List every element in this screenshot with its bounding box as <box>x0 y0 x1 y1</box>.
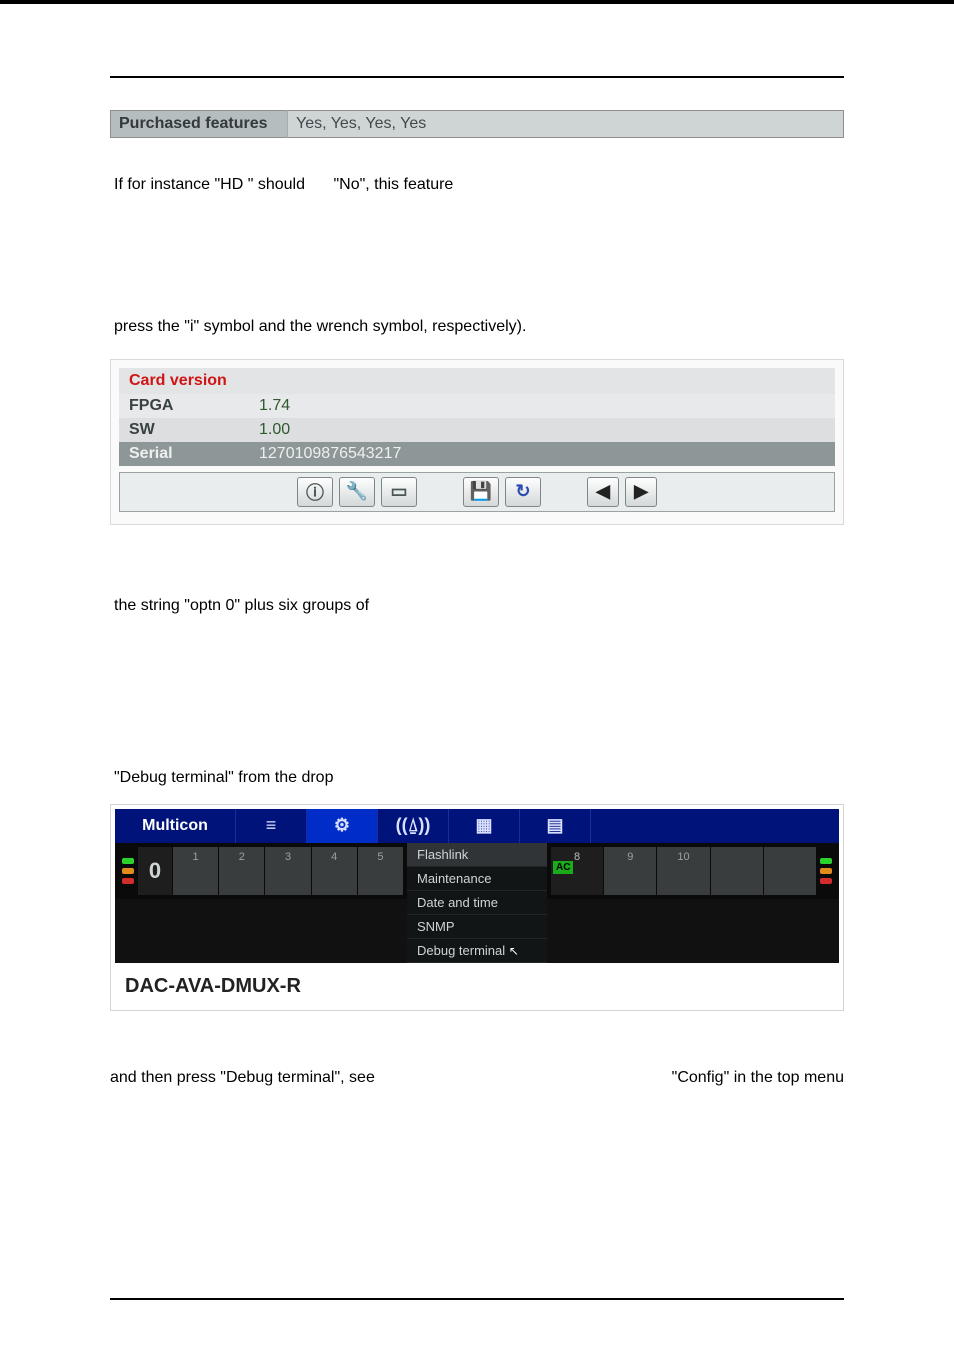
device-label: DAC-AVA-DMUX-R <box>115 963 839 1002</box>
serial-key: Serial <box>119 442 249 466</box>
menu-datetime[interactable]: Date and time <box>407 891 547 915</box>
config-menu-text: "Config" in the top menu <box>672 1067 844 1089</box>
slot-9[interactable]: 9 <box>604 847 656 895</box>
slot-0[interactable]: 0 <box>138 847 172 895</box>
led-orange-icon <box>122 868 134 874</box>
card-toolbar: ⓘ 🔧 ▭ 💾 ↻ ◀ ▶ <box>119 472 835 512</box>
led-column-right <box>817 858 835 884</box>
fpga-key: FPGA <box>119 394 249 418</box>
sw-val: 1.00 <box>249 418 835 442</box>
serial-val: 1270109876543217 <box>249 442 835 466</box>
led-green-icon <box>122 858 134 864</box>
info-icon[interactable]: ⓘ <box>297 477 333 507</box>
hd-line: If for instance "HD " should "No", this … <box>114 174 844 196</box>
arrow-right-icon[interactable]: ▶ <box>625 477 657 507</box>
bottom-rule <box>110 1298 844 1300</box>
card-version-table: Card version FPGA 1.74 SW 1.00 Serial 12… <box>119 368 835 466</box>
press-debug-text: and then press "Debug terminal", see <box>110 1067 375 1089</box>
led-orange-icon <box>820 868 832 874</box>
multicon-body: 0 1 2 3 4 5 Flashlink Maintenance Date a… <box>115 843 839 963</box>
card-version-panel: Card version FPGA 1.74 SW 1.00 Serial 12… <box>110 359 844 525</box>
rack-right: AC 8 9 10 <box>547 843 839 899</box>
multicon-title-tab[interactable]: Multicon <box>115 809 236 843</box>
menu-maintenance[interactable]: Maintenance <box>407 867 547 891</box>
menu-flashlink[interactable]: Flashlink <box>407 843 547 867</box>
display-icon[interactable]: ▭ <box>381 477 417 507</box>
menu-snmp[interactable]: SNMP <box>407 915 547 939</box>
grid-icon[interactable]: ▦ <box>449 809 520 843</box>
menu-debug-label: Debug terminal <box>417 943 505 958</box>
ac-badge: AC <box>553 861 573 874</box>
top-rule <box>110 76 844 78</box>
slot-10[interactable]: 10 <box>657 847 709 895</box>
led-column-left <box>119 858 137 884</box>
debug-drop-line: "Debug terminal" from the drop <box>114 767 844 789</box>
press-i-line: press the "i" symbol and the wrench symb… <box>114 316 844 338</box>
led-green-icon <box>820 858 832 864</box>
antenna-icon[interactable]: ((⍙)) <box>378 809 449 843</box>
hd-line-b: "No", this feature <box>333 174 453 196</box>
rack-left: 0 1 2 3 4 5 <box>115 843 407 899</box>
save-icon[interactable]: 💾 <box>463 477 499 507</box>
config-dropdown: Flashlink Maintenance Date and time SNMP… <box>407 843 547 963</box>
slot-4[interactable]: 4 <box>312 847 357 895</box>
reload-icon[interactable]: ↻ <box>505 477 541 507</box>
multicon-topbar: Multicon ≡ ⚙ ((⍙)) ▦ ▤ <box>115 809 839 843</box>
slot-5[interactable]: 5 <box>358 847 403 895</box>
hamburger-icon[interactable]: ≡ <box>236 809 307 843</box>
slot-3[interactable]: 3 <box>265 847 310 895</box>
led-red-icon <box>820 878 832 884</box>
wrench-icon[interactable]: 🔧 <box>339 477 375 507</box>
config-note-line: and then press "Debug terminal", see "Co… <box>110 1067 844 1089</box>
config-icon[interactable]: ⚙ <box>307 809 378 843</box>
sw-key: SW <box>119 418 249 442</box>
doc-icon[interactable]: ▤ <box>520 809 591 843</box>
cursor-icon: ↖ <box>509 944 519 958</box>
purchased-features-table: Purchased features Yes, Yes, Yes, Yes <box>110 110 844 138</box>
card-version-header: Card version <box>119 368 835 394</box>
hd-line-a: If for instance "HD " should <box>114 174 305 196</box>
slot-blank-a <box>711 847 763 895</box>
slot-blank-b <box>764 847 816 895</box>
arrow-left-icon[interactable]: ◀ <box>587 477 619 507</box>
optn-line: the string "optn 0" plus six groups of <box>114 595 844 617</box>
fpga-val: 1.74 <box>249 394 835 418</box>
multicon-screenshot: Multicon ≡ ⚙ ((⍙)) ▦ ▤ 0 1 2 3 4 5 <box>110 804 844 1011</box>
led-red-icon <box>122 878 134 884</box>
slot-1[interactable]: 1 <box>173 847 218 895</box>
purchased-features-label: Purchased features <box>111 111 288 138</box>
slot-2[interactable]: 2 <box>219 847 264 895</box>
menu-debug-terminal[interactable]: Debug terminal ↖ <box>407 939 547 963</box>
purchased-features-value: Yes, Yes, Yes, Yes <box>288 111 844 138</box>
